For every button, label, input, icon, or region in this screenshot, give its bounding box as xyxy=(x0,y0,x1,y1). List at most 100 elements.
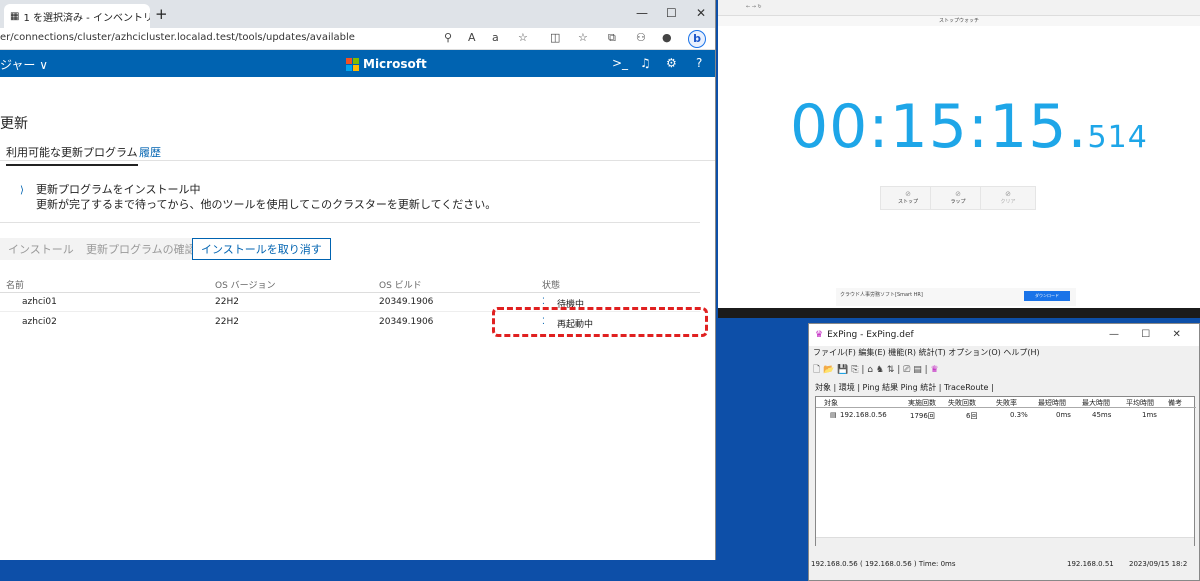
page-title: 更新 xyxy=(0,116,28,132)
extension-icon[interactable]: ⚇ xyxy=(636,31,646,44)
about-icon[interactable]: ♛ xyxy=(931,365,939,375)
exping-menubar[interactable]: ファイル(F) 編集(E) 機能(R) 統計(T) オプション(O) ヘルプ(H… xyxy=(813,347,1040,358)
column-target[interactable]: 対象 xyxy=(824,398,838,408)
stop-button[interactable]: ⊘ ストップ xyxy=(880,186,936,210)
profile-icon[interactable]: ● xyxy=(662,31,672,44)
row-name[interactable]: azhci02 xyxy=(22,317,57,327)
status-time: 2023/09/15 18:2 xyxy=(1129,560,1188,568)
nav-icons[interactable]: ← → ↻ xyxy=(746,4,762,10)
manager-menu[interactable]: ジャー ∨ xyxy=(0,56,48,73)
row-os-build: 20349.1906 xyxy=(379,297,434,307)
column-header-os-build[interactable]: OS ビルド xyxy=(379,278,422,291)
run-icon[interactable]: ♞ xyxy=(876,365,884,375)
row-os-build: 20349.1906 xyxy=(379,317,434,327)
translate-icon[interactable]: a xyxy=(492,31,499,44)
log-icon[interactable]: ▤ xyxy=(913,365,922,375)
stat-failure-rate: 0.3% xyxy=(1010,411,1028,419)
terminal-icon[interactable]: >_ xyxy=(612,56,628,70)
notification-bell-icon[interactable]: ♫ xyxy=(640,56,651,70)
close-window-icon[interactable]: ✕ xyxy=(1173,329,1181,340)
status-ip: 192.168.0.51 xyxy=(1067,560,1114,568)
settings-gear-icon[interactable]: ⚙ xyxy=(666,56,677,70)
ping-icon[interactable]: ⌂ xyxy=(867,365,873,375)
minimize-icon[interactable]: — xyxy=(1109,329,1119,340)
clear-button[interactable]: ⊘ クリア xyxy=(980,186,1036,210)
divider xyxy=(0,222,700,223)
tab-divider xyxy=(0,160,715,161)
close-window-icon[interactable]: ✕ xyxy=(696,6,706,20)
brand-name: Microsoft xyxy=(363,57,427,71)
column-failures[interactable]: 失敗回数 xyxy=(948,398,976,408)
tab-available-updates[interactable]: 利用可能な更新プログラム xyxy=(6,144,138,166)
stat-min-time: 0ms xyxy=(1056,411,1071,419)
exping-columns: 対象 実施回数 失敗回数 失敗率 最短時間 最大時間 平均時間 備考 xyxy=(816,397,1196,408)
ad-text: クラウド人事労務ソフト[Smart HR] xyxy=(840,292,923,298)
favorites-icon[interactable]: ☆ xyxy=(578,31,588,44)
stop-icon: ⊘ xyxy=(905,190,911,198)
header-divider xyxy=(0,292,700,293)
ad-download-button[interactable]: ダウンロード xyxy=(1024,291,1070,301)
column-header-state[interactable]: 状態 xyxy=(542,278,560,291)
exping-window-controls: — ☐ ✕ xyxy=(1109,329,1181,340)
stat-avg-time: 1ms xyxy=(1142,411,1157,419)
cancel-install-button[interactable]: インストールを取り消す xyxy=(192,238,331,260)
clear-label: クリア xyxy=(1000,199,1016,205)
row-os-version: 22H2 xyxy=(215,317,239,327)
app-header: ジャー ∨ Microsoft >_ ♫ ⚙ ? xyxy=(0,50,715,77)
stat-attempts: 1796回 xyxy=(910,412,935,420)
horizontal-scrollbar[interactable] xyxy=(816,537,1194,546)
column-min-time[interactable]: 最短時間 xyxy=(1038,398,1066,408)
stat-target[interactable]: 192.168.0.56 xyxy=(840,411,887,419)
exping-window: ♛ ExPing - ExPing.def — ☐ ✕ ファイル(F) 編集(E… xyxy=(808,323,1200,581)
collections-icon[interactable]: ⧉ xyxy=(608,31,616,45)
check-updates-button[interactable]: 更新プログラムの確認 xyxy=(78,238,204,260)
stopwatch-title: ストップウォッチ xyxy=(718,16,1200,26)
status-target: 192.168.0.56 ( 192.168.0.56 ) Time: 0ms xyxy=(811,560,956,568)
tab-history[interactable]: 履歴 xyxy=(139,144,161,160)
favorite-star-icon[interactable]: ☆ xyxy=(518,31,528,44)
column-header-os-version[interactable]: OS バージョン xyxy=(215,278,275,291)
row-spinner-icon: ⁚ xyxy=(542,297,545,307)
stop-icon[interactable]: ⇅ xyxy=(887,365,895,375)
stopwatch-time: 00:15:15.514 xyxy=(790,97,1148,168)
browser-tab[interactable]: ▦ 1 を選択済み - インベントリ - 仮想マ ✕ xyxy=(4,4,150,28)
install-button[interactable]: インストール xyxy=(0,238,82,260)
maximize-icon[interactable]: ☐ xyxy=(666,6,677,20)
address-bar[interactable]: er/connections/cluster/azhcicluster.loca… xyxy=(0,28,715,50)
stopwatch-browser-bar: ← → ↻ xyxy=(718,0,1200,16)
column-failure-rate[interactable]: 失敗率 xyxy=(996,398,1017,408)
status-title: 更新プログラムをインストール中 xyxy=(36,183,201,196)
host-icon: ▤ xyxy=(830,411,837,419)
column-avg-time[interactable]: 平均時間 xyxy=(1126,398,1154,408)
new-icon[interactable]: 🗋 xyxy=(813,365,820,375)
tab-title: 1 を選択済み - インベントリ - 仮想マ xyxy=(23,12,150,24)
stopwatch-window: ← → ↻ ストップウォッチ 00:15:15.514 ⊘ ストップ ⊘ ラップ ⊘… xyxy=(718,0,1200,308)
bing-icon[interactable]: b xyxy=(688,30,706,48)
exping-statusbar: 192.168.0.56 ( 192.168.0.56 ) Time: 0ms … xyxy=(809,559,1199,572)
open-icon[interactable]: 📂 xyxy=(823,365,834,375)
url-text[interactable]: er/connections/cluster/azhcicluster.loca… xyxy=(0,32,355,43)
lap-button[interactable]: ⊘ ラップ xyxy=(930,186,986,210)
row-name[interactable]: azhci01 xyxy=(22,297,57,307)
minimize-icon[interactable]: — xyxy=(636,6,648,20)
column-header-name[interactable]: 名前 xyxy=(6,278,24,291)
help-icon[interactable]: ? xyxy=(696,56,702,70)
tab-favicon-icon: ▦ xyxy=(10,10,20,22)
browser-window: ▦ 1 を選択済み - インベントリ - 仮想マ ✕ + — ☐ ✕ er/co… xyxy=(0,0,716,560)
lap-label: ラップ xyxy=(950,199,966,205)
ad-banner[interactable]: クラウド人事労務ソフト[Smart HR] ダウンロード xyxy=(836,288,1076,306)
read-aloud-icon[interactable]: A xyxy=(468,31,476,44)
column-attempts[interactable]: 実施回数 xyxy=(908,398,936,408)
column-notes[interactable]: 備考 xyxy=(1168,398,1182,408)
exping-title: ExPing - ExPing.def xyxy=(827,330,914,340)
stop-label: ストップ xyxy=(897,199,918,205)
split-screen-icon[interactable]: ◫ xyxy=(550,31,560,44)
maximize-icon[interactable]: ☐ xyxy=(1141,329,1150,340)
clear-icon[interactable]: ⎚ xyxy=(903,365,910,375)
new-tab-icon[interactable]: + xyxy=(155,5,168,23)
exping-tabs[interactable]: 対象 | 環境 | Ping 結果 Ping 統計 | TraceRoute | xyxy=(815,382,994,393)
copy-icon[interactable]: ⎘ xyxy=(851,365,858,375)
save-icon[interactable]: 💾 xyxy=(837,365,848,375)
column-max-time[interactable]: 最大時間 xyxy=(1082,398,1110,408)
key-icon[interactable]: ⚲ xyxy=(444,31,452,44)
